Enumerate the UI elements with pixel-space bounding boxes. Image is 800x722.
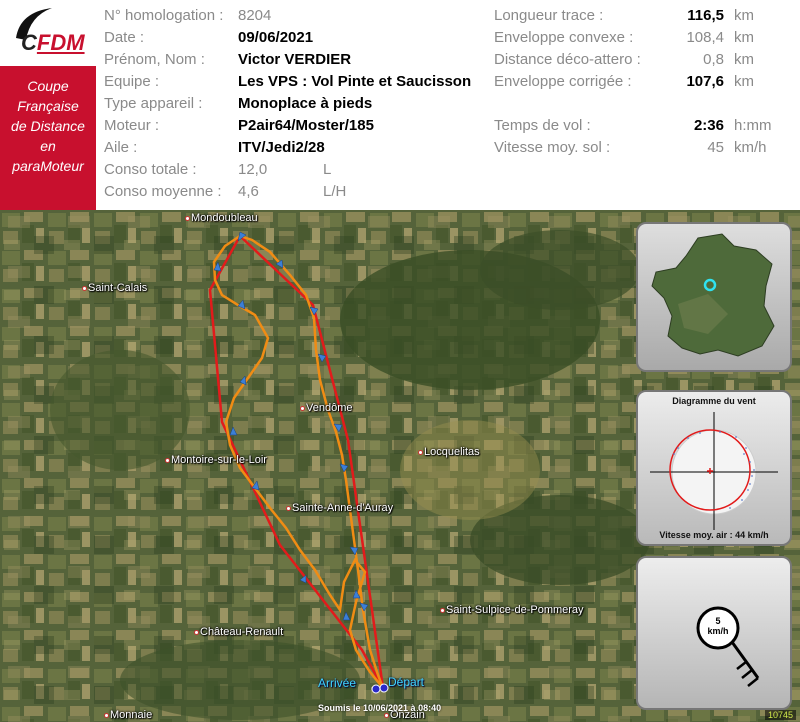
flight-time-label: Temps de vol : [494, 117, 591, 134]
wing-value: ITV/Jedi2/28 [238, 139, 325, 156]
date-value: 09/06/2021 [238, 29, 314, 46]
convex-hull-value: 108,4 [686, 29, 724, 46]
track-length-label: Longueur trace : [494, 7, 604, 24]
town-label: Saint-Calais [82, 282, 147, 294]
engine-value: P2air64/Moster/185 [238, 117, 374, 134]
track-length-unit: km [734, 7, 754, 24]
flight-id: 10745 [764, 710, 796, 720]
takeoff-landing-distance-unit: km [734, 51, 754, 68]
homologation-value: 8204 [238, 7, 272, 24]
badge-line: Coupe [27, 78, 69, 94]
town-label: Vendôme [300, 402, 352, 414]
arrival-marker[interactable] [371, 684, 381, 694]
departure-label: Départ [388, 675, 425, 689]
town-label: Château-Renault [194, 626, 283, 638]
takeoff-landing-distance-value: 0,8 [703, 51, 724, 68]
flight-time-unit: h:mm [734, 117, 772, 134]
total-consumption-value: 12,0 [238, 161, 268, 178]
france-map-icon [651, 233, 775, 357]
ground-speed-unit: km/h [734, 139, 767, 156]
wind-direction-panel: 5 km/h [636, 556, 792, 710]
submission-date: Soumis le 10/06/2021 à 08:40 [318, 703, 442, 713]
name-label: Prénom, Nom : [104, 51, 205, 68]
flight-header: CFDM Coupe Française de Distance en para… [0, 0, 800, 210]
wing-label: Aile : [104, 139, 138, 156]
departure-marker[interactable] [379, 683, 389, 693]
team-value: Les VPS : Vol Pinte et Saucisson [238, 73, 472, 90]
france-locator-panel [636, 222, 792, 372]
cfdm-logo: CFDM [0, 0, 96, 65]
date-label: Date : [104, 29, 145, 46]
satellite-map[interactable]: Mondoubleau Saint-Calais Vendôme Locquel… [0, 210, 800, 722]
avg-consumption-value: 4,6 [238, 183, 259, 200]
ground-speed-value: 45 [707, 139, 724, 156]
town-label: Sainte-Anne-d'Auray [286, 502, 393, 514]
avg-consumption-unit: L/H [323, 183, 347, 200]
convex-hull-label: Enveloppe convexe : [494, 29, 634, 46]
engine-label: Moteur : [104, 117, 160, 134]
badge-line: paraMoteur [12, 158, 84, 174]
badge-line: en [40, 138, 56, 154]
corrected-hull-label: Enveloppe corrigée : [494, 73, 632, 90]
avg-consumption-label: Conso moyenne : [104, 183, 222, 200]
convex-hull-unit: km [734, 29, 754, 46]
homologation-label: N° homologation : [104, 7, 224, 24]
town-label: Locquelitas [418, 446, 480, 458]
wind-diagram-panel: Diagramme du vent Vitesse moy. air : 44 … [636, 390, 792, 546]
logo-text: CFDM [21, 30, 85, 55]
ground-speed-label: Vitesse moy. sol : [494, 139, 611, 156]
name-value: Victor VERDIER [238, 51, 352, 68]
flight-time-value: 2:36 [693, 117, 724, 134]
town-label: Saint-Sulpice-de-Pommeray [440, 604, 584, 616]
total-consumption-label: Conso totale : [104, 161, 197, 178]
takeoff-landing-distance-label: Distance déco-attero : [494, 51, 641, 68]
town-label: Mondoubleau [185, 212, 258, 224]
cup-badge: Coupe Française de Distance en paraMoteu… [0, 66, 96, 210]
wind-diagram [650, 412, 778, 530]
team-label: Equipe : [104, 73, 160, 90]
type-value: Monoplace à pieds [238, 95, 373, 112]
corrected-hull-unit: km [734, 73, 754, 90]
badge-line: de Distance [11, 118, 85, 134]
town-label: Monnaie [104, 709, 152, 721]
arrival-label: Arrivée [318, 676, 357, 690]
wind-airspeed: Vitesse moy. air : 44 km/h [659, 530, 769, 540]
track-length-value: 116,5 [687, 7, 724, 24]
town-label: Montoire-sur-le-Loir [165, 454, 267, 466]
badge-line: Française [17, 98, 79, 114]
type-label: Type appareil : [104, 95, 203, 112]
corrected-hull-value: 107,6 [686, 73, 724, 90]
wind-speed-label: 5 km/h [707, 616, 729, 636]
total-consumption-unit: L [323, 161, 332, 178]
